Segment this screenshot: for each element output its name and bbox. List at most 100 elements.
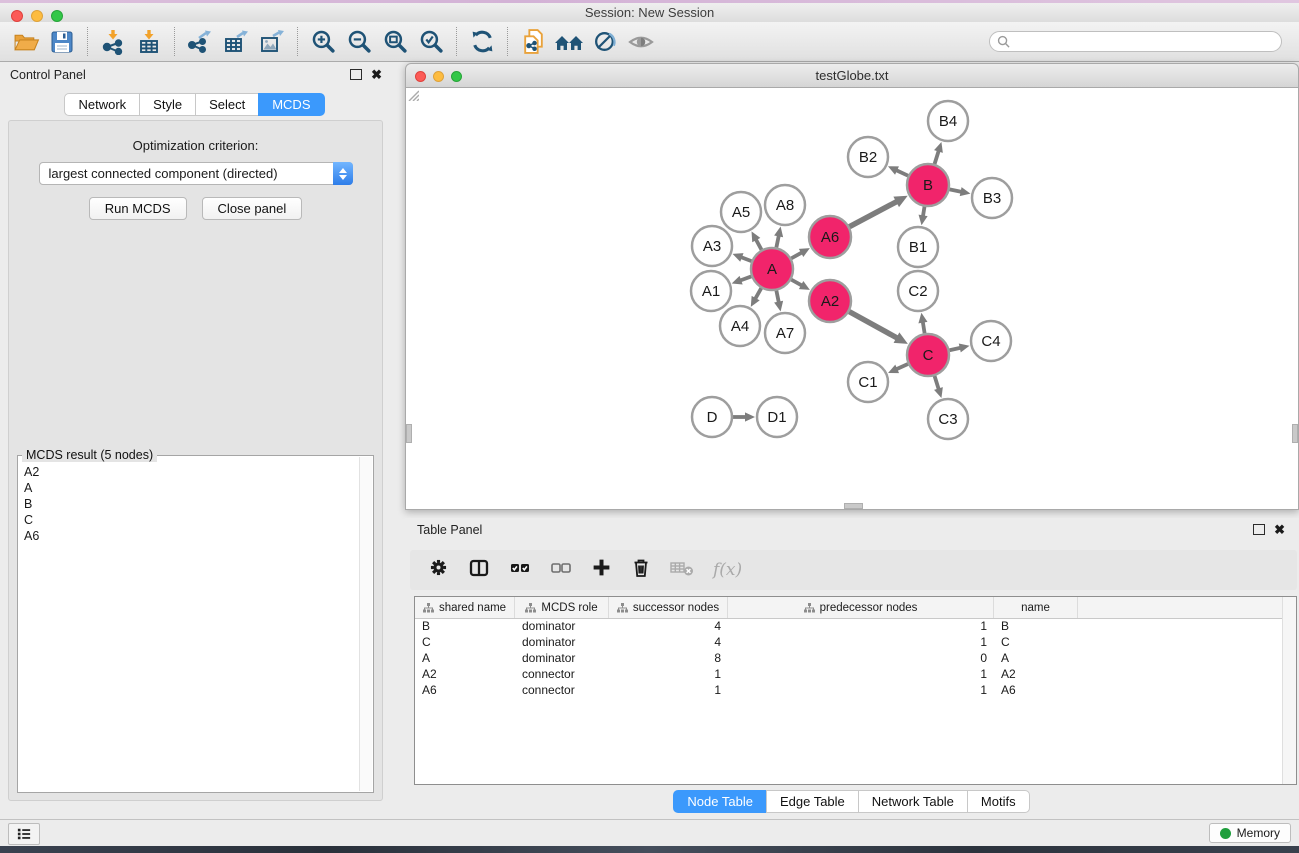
add-column-button[interactable] xyxy=(591,557,612,583)
column-visibility-button[interactable] xyxy=(468,558,490,583)
network-window-titlebar[interactable]: testGlobe.txt xyxy=(405,63,1299,88)
plus-icon xyxy=(591,557,612,578)
zoom-selected-button[interactable] xyxy=(413,25,449,59)
clone-network-button[interactable] xyxy=(515,25,551,59)
float-panel-icon[interactable] xyxy=(350,69,362,80)
result-item[interactable]: A6 xyxy=(19,528,360,544)
network-edge[interactable] xyxy=(935,376,939,389)
network-edge[interactable] xyxy=(741,257,752,261)
table-row[interactable]: Cdominator41C xyxy=(415,634,1283,650)
tab-edge-table[interactable]: Edge Table xyxy=(766,790,859,813)
export-image-button[interactable] xyxy=(254,25,290,59)
mcds-result-list[interactable]: A2ABCA6 xyxy=(19,457,360,791)
network-edge[interactable] xyxy=(849,201,897,226)
close-panel-icon[interactable]: ✖ xyxy=(371,68,382,81)
open-session-button[interactable] xyxy=(8,25,44,59)
network-edge[interactable] xyxy=(950,189,962,191)
memory-button[interactable]: Memory xyxy=(1209,823,1291,843)
tab-network[interactable]: Network xyxy=(64,93,140,116)
network-edge[interactable] xyxy=(935,151,939,164)
zoom-window-button[interactable] xyxy=(51,10,63,22)
minimize-network-button[interactable] xyxy=(433,71,444,82)
close-network-button[interactable] xyxy=(415,71,426,82)
minimize-window-button[interactable] xyxy=(31,10,43,22)
float-table-panel-icon[interactable] xyxy=(1253,524,1265,535)
network-edge[interactable] xyxy=(923,322,925,334)
right-gripper[interactable] xyxy=(1292,424,1298,443)
network-edge[interactable] xyxy=(791,252,802,258)
save-session-button[interactable] xyxy=(44,25,80,59)
search-field[interactable] xyxy=(989,31,1282,52)
table-settings-button[interactable] xyxy=(428,557,449,583)
network-edge[interactable] xyxy=(896,364,908,369)
network-canvas[interactable]: B4B2BB3A5A8A6A3B1AA1C2A2A4A7CC4C1DD1C3 xyxy=(406,88,1298,508)
column-header-shared-name[interactable]: shared name xyxy=(415,597,515,618)
result-item[interactable]: A2 xyxy=(19,464,360,480)
edge-arrowhead-icon xyxy=(733,253,744,262)
trash-icon xyxy=(631,557,651,578)
vizmapper-button[interactable] xyxy=(587,25,623,59)
network-edge[interactable] xyxy=(755,288,761,299)
network-edge[interactable] xyxy=(923,207,925,217)
table-row[interactable]: A6connector11A6 xyxy=(415,682,1283,698)
network-edge[interactable] xyxy=(949,348,960,351)
network-edge[interactable] xyxy=(740,276,751,280)
network-edge[interactable] xyxy=(776,291,778,303)
zoom-in-button[interactable] xyxy=(305,25,341,59)
resize-corner-handle[interactable] xyxy=(406,88,419,101)
result-item[interactable]: C xyxy=(19,512,360,528)
table-row[interactable]: Adominator80A xyxy=(415,650,1283,666)
close-table-panel-icon[interactable]: ✖ xyxy=(1274,523,1285,536)
result-item[interactable]: B xyxy=(19,496,360,512)
column-header-successor-nodes[interactable]: successor nodes xyxy=(609,597,728,618)
table-row[interactable]: A2connector11A2 xyxy=(415,666,1283,682)
column-header-name[interactable]: name xyxy=(994,597,1078,618)
network-home-button[interactable] xyxy=(551,25,587,59)
zoom-fit-button[interactable] xyxy=(377,25,413,59)
node-label: A5 xyxy=(732,204,750,221)
result-item[interactable]: A xyxy=(19,480,360,496)
search-input[interactable] xyxy=(1015,34,1274,50)
network-edge[interactable] xyxy=(776,235,778,247)
export-network-button[interactable] xyxy=(182,25,218,59)
zoom-out-button[interactable] xyxy=(341,25,377,59)
close-window-button[interactable] xyxy=(11,10,23,22)
bottom-gripper[interactable] xyxy=(844,503,863,509)
network-edge[interactable] xyxy=(756,239,762,249)
node-table: shared name MCDS role successor nodes pr… xyxy=(414,596,1297,785)
tab-motifs[interactable]: Motifs xyxy=(967,790,1030,813)
column-header-predecessor-nodes[interactable]: predecessor nodes xyxy=(728,597,994,618)
result-scrollbar[interactable] xyxy=(359,457,372,791)
export-table-button[interactable] xyxy=(218,25,254,59)
status-bar: Memory xyxy=(0,819,1299,846)
network-edge[interactable] xyxy=(849,312,897,338)
table-row[interactable]: Bdominator41B xyxy=(415,618,1283,634)
select-all-button[interactable] xyxy=(509,558,531,583)
tab-style[interactable]: Style xyxy=(139,93,196,116)
close-panel-button[interactable]: Close panel xyxy=(202,197,303,220)
optimization-criterion-select[interactable]: largest connected component (directed) xyxy=(39,162,353,185)
tab-network-table[interactable]: Network Table xyxy=(858,790,968,813)
import-table-button[interactable] xyxy=(131,25,167,59)
table-scrollbar[interactable] xyxy=(1282,597,1296,784)
delete-column-button[interactable] xyxy=(631,557,651,583)
tab-node-table[interactable]: Node Table xyxy=(673,790,767,813)
show-graphics-details-button[interactable] xyxy=(623,25,659,59)
network-canvas-area[interactable]: B4B2BB3A5A8A6A3B1AA1C2A2A4A7CC4C1DD1C3 xyxy=(405,88,1299,510)
zoom-network-button[interactable] xyxy=(451,71,462,82)
function-builder-button[interactable]: f(x) xyxy=(713,560,742,580)
run-mcds-button[interactable]: Run MCDS xyxy=(89,197,187,220)
network-window-controls xyxy=(415,71,462,82)
import-network-button[interactable] xyxy=(95,25,131,59)
delete-table-button[interactable] xyxy=(670,559,694,582)
network-edge[interactable] xyxy=(791,280,802,286)
table-cell: C xyxy=(994,634,1078,650)
task-history-button[interactable] xyxy=(8,823,40,845)
refresh-layout-button[interactable] xyxy=(464,25,500,59)
network-edge[interactable] xyxy=(896,170,908,176)
left-gripper[interactable] xyxy=(406,424,412,443)
tab-mcds[interactable]: MCDS xyxy=(258,93,324,116)
tab-select[interactable]: Select xyxy=(195,93,259,116)
column-header-mcds-role[interactable]: MCDS role xyxy=(515,597,609,618)
unselect-all-button[interactable] xyxy=(550,558,572,583)
